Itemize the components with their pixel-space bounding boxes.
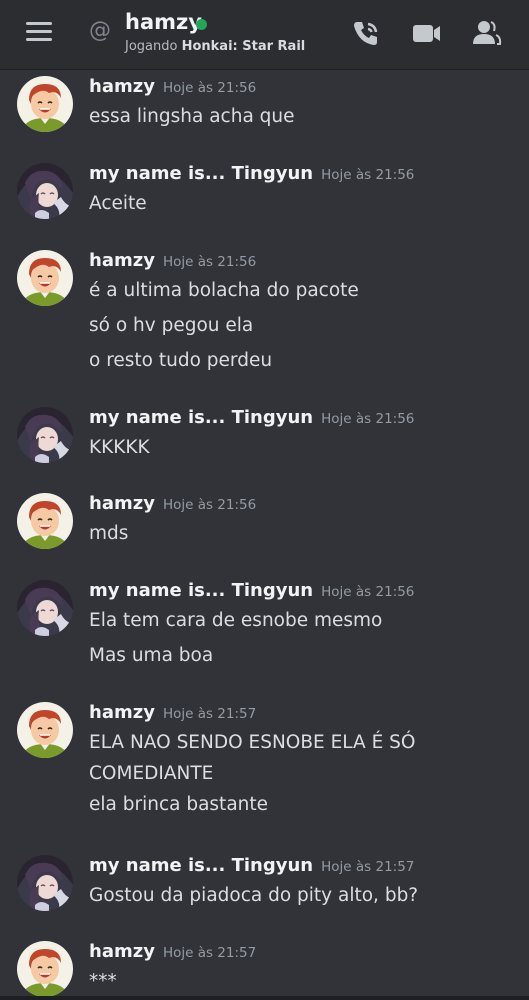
activity-status: Jogando Honkai: Star Rail bbox=[125, 39, 305, 54]
menu-icon[interactable] bbox=[26, 22, 52, 42]
message-text[interactable]: Gostou da piadoca do pity alto, bb? bbox=[89, 885, 418, 906]
message-header: hamzy Hoje às 21:56 bbox=[89, 250, 256, 274]
message-text[interactable]: o resto tudo perdeu bbox=[89, 350, 272, 371]
message-author[interactable]: hamzy bbox=[89, 76, 155, 97]
message-timestamp: Hoje às 21:56 bbox=[162, 497, 257, 513]
message-timestamp: Hoje às 21:57 bbox=[162, 706, 257, 722]
message-author[interactable]: hamzy bbox=[89, 250, 155, 271]
message-timestamp: Hoje às 21:56 bbox=[321, 584, 415, 600]
video-call-icon[interactable] bbox=[410, 18, 442, 48]
message-author[interactable]: my name is... Tingyun bbox=[89, 407, 313, 428]
message-author[interactable]: hamzy bbox=[89, 493, 155, 514]
members-icon[interactable] bbox=[470, 18, 502, 48]
online-status-dot bbox=[196, 19, 207, 30]
message-timestamp: Hoje às 21:56 bbox=[162, 254, 257, 270]
message-text[interactable]: Mas uma boa bbox=[89, 645, 213, 666]
message-header: my name is... Tingyun Hoje às 21:56 bbox=[89, 407, 414, 431]
message-header: hamzy Hoje às 21:56 bbox=[89, 493, 256, 517]
message-text[interactable]: é a ultima bolacha do pacote bbox=[89, 280, 359, 301]
message-text[interactable]: só o hv pegou ela bbox=[89, 315, 253, 336]
message-author[interactable]: my name is... Tingyun bbox=[89, 580, 313, 601]
message-text[interactable]: COMEDIANTE bbox=[89, 763, 213, 784]
hamzy-avatar[interactable] bbox=[17, 250, 73, 306]
at-icon: @ bbox=[89, 18, 111, 43]
message-author[interactable]: hamzy bbox=[89, 702, 155, 723]
message-text[interactable]: *** bbox=[89, 971, 117, 992]
tingyun-avatar[interactable] bbox=[17, 407, 73, 463]
message-timestamp: Hoje às 21:56 bbox=[321, 167, 415, 183]
message-author[interactable]: hamzy bbox=[89, 941, 155, 962]
message-header: my name is... Tingyun Hoje às 21:56 bbox=[89, 163, 414, 187]
message-text[interactable]: mds bbox=[89, 523, 128, 544]
message-author[interactable]: my name is... Tingyun bbox=[89, 855, 313, 876]
message-header: hamzy Hoje às 21:56 bbox=[89, 76, 256, 100]
message-timestamp: Hoje às 21:56 bbox=[162, 80, 257, 96]
hamzy-avatar[interactable] bbox=[17, 493, 73, 549]
message-text[interactable]: essa lingsha acha que bbox=[89, 106, 295, 127]
bottom-divider bbox=[0, 996, 529, 1000]
message-text[interactable]: ela brinca bastante bbox=[89, 794, 268, 815]
message-header: hamzy Hoje às 21:57 bbox=[89, 702, 256, 726]
message-header: my name is... Tingyun Hoje às 21:57 bbox=[89, 855, 414, 879]
call-icon[interactable] bbox=[350, 18, 382, 48]
hamzy-avatar[interactable] bbox=[17, 702, 73, 758]
message-author[interactable]: my name is... Tingyun bbox=[89, 163, 313, 184]
message-timestamp: Hoje às 21:57 bbox=[162, 945, 257, 961]
tingyun-avatar[interactable] bbox=[17, 580, 73, 636]
chat-header: @ hamzy Jogando Honkai: Star Rail bbox=[0, 0, 529, 70]
activity-prefix: Jogando bbox=[125, 39, 182, 54]
message-header: hamzy Hoje às 21:57 bbox=[89, 941, 256, 965]
message-timestamp: Hoje às 21:56 bbox=[321, 411, 415, 427]
channel-name[interactable]: hamzy bbox=[125, 10, 202, 34]
message-list[interactable]: hamzy Hoje às 21:56 essa lingsha acha que … bbox=[0, 70, 529, 1000]
tingyun-avatar[interactable] bbox=[17, 855, 73, 911]
hamzy-avatar[interactable] bbox=[17, 76, 73, 132]
message-header: my name is... Tingyun Hoje às 21:56 bbox=[89, 580, 414, 604]
message-text[interactable]: ELA NAO SENDO ESNOBE ELA É SÓ bbox=[89, 732, 415, 753]
message-timestamp: Hoje às 21:57 bbox=[321, 859, 415, 875]
message-text[interactable]: KKKKK bbox=[89, 437, 150, 458]
message-text[interactable]: Aceite bbox=[89, 193, 147, 214]
hamzy-avatar[interactable] bbox=[17, 941, 73, 997]
message-text[interactable]: Ela tem cara de esnobe mesmo bbox=[89, 610, 382, 631]
activity-game: Honkai: Star Rail bbox=[181, 39, 306, 54]
tingyun-avatar[interactable] bbox=[17, 163, 73, 219]
